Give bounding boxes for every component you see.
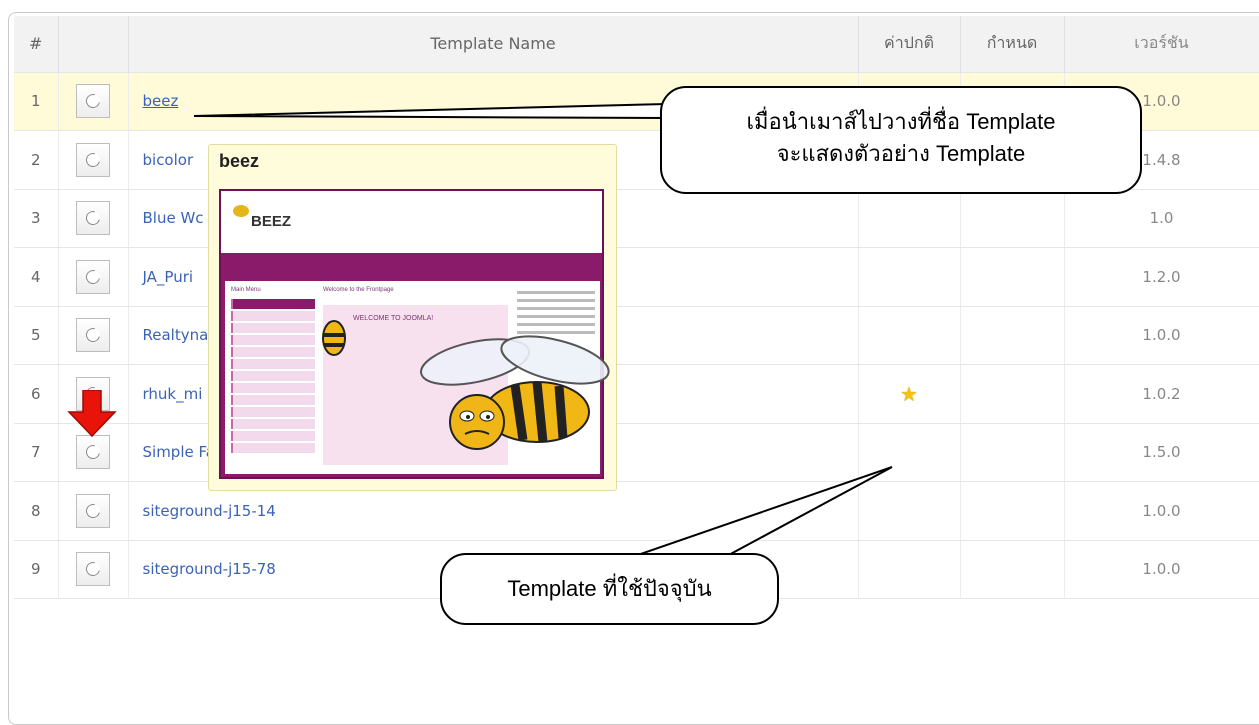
bee-logo-icon	[233, 205, 249, 217]
radio-icon	[83, 501, 103, 521]
template-name-link[interactable]: siteground-j15-78	[143, 560, 276, 578]
preview-sidebar	[231, 299, 315, 469]
radio-icon	[83, 150, 103, 170]
row-number: 8	[14, 481, 59, 541]
header-version[interactable]: เวอร์ชัน	[1064, 16, 1259, 73]
row-version: 1.0.0	[1064, 306, 1259, 365]
row-select-cell	[58, 247, 129, 307]
template-radio[interactable]	[76, 201, 110, 236]
row-default-cell	[858, 306, 961, 365]
table-row: 3 Blue Wc 1.0	[14, 189, 1259, 248]
table-row: 7 Simple Fast 1.5.0	[14, 423, 1259, 482]
template-name-link[interactable]: beez	[143, 92, 179, 110]
row-number: 6	[14, 364, 59, 424]
row-assigned-cell	[960, 247, 1065, 307]
preview-nav-bar	[221, 253, 602, 277]
radio-icon	[83, 325, 103, 345]
row-version: 1.0	[1064, 189, 1259, 248]
template-name-link[interactable]: Realtyna	[143, 326, 209, 344]
table-row: 5 Realtyna 1.0.0	[14, 306, 1259, 365]
row-select-cell	[58, 540, 129, 599]
preview-side-title: Main Menu	[231, 287, 261, 293]
row-default-cell	[858, 423, 961, 482]
preview-welcome: Welcome to the Frontpage	[323, 287, 394, 293]
table-row: 8 siteground-j15-14 1.0.0	[14, 481, 1259, 541]
row-version: 1.0.0	[1064, 540, 1259, 599]
callout-line-2: จะแสดงตัวอย่าง Template	[776, 141, 1026, 166]
row-select-cell	[58, 481, 129, 541]
row-number: 9	[14, 540, 59, 599]
preview-inner-heading: WELCOME TO JOOMLA!	[353, 315, 434, 322]
row-default-cell	[858, 540, 961, 599]
preview-logo: BEEZ	[251, 213, 292, 230]
callout-current-text: Template ที่ใช้ปัจจุบัน	[507, 576, 712, 601]
row-number: 1	[14, 72, 59, 131]
template-name-link[interactable]: bicolor	[143, 151, 194, 169]
template-radio[interactable]	[76, 259, 110, 294]
row-number: 4	[14, 247, 59, 307]
template-name-link[interactable]: JA_Puri	[143, 268, 194, 286]
template-radio[interactable]	[76, 142, 110, 177]
preview-title: beez	[219, 151, 260, 171]
row-version: 1.0.0	[1064, 481, 1259, 541]
row-default-cell	[858, 481, 961, 541]
row-default-cell	[858, 189, 961, 248]
radio-icon	[83, 442, 103, 462]
row-select-cell	[58, 306, 129, 365]
row-assigned-cell	[960, 364, 1065, 424]
red-down-arrow-icon	[67, 390, 117, 438]
template-radio[interactable]	[76, 435, 110, 470]
row-select-cell	[58, 72, 129, 131]
row-version: 1.2.0	[1064, 247, 1259, 307]
template-radio[interactable]	[76, 552, 110, 587]
hover-preview-callout: เมื่อนำเมาส์ไปวางที่ชื่อ Template จะแสดง…	[660, 86, 1142, 194]
template-name-link[interactable]: rhuk_mi	[143, 385, 203, 403]
row-assigned-cell	[960, 189, 1065, 248]
row-select-cell	[58, 130, 129, 190]
radio-icon	[83, 559, 103, 579]
row-assigned-cell	[960, 306, 1065, 365]
star-icon: ★	[900, 381, 918, 406]
row-select-cell	[58, 189, 129, 248]
current-template-callout: Template ที่ใช้ปัจจุบัน	[440, 553, 779, 625]
preview-header: BEEZ	[221, 191, 602, 253]
radio-icon	[83, 208, 103, 228]
header-assigned[interactable]: กำหนด	[960, 16, 1065, 73]
table-header-row: # Template Name ค่าปกติ กำหนด เวอร์ชัน	[14, 16, 1259, 73]
row-default-cell	[858, 247, 961, 307]
row-version: 1.0.2	[1064, 364, 1259, 424]
row-number: 7	[14, 423, 59, 482]
callout-line-1: เมื่อนำเมาส์ไปวางที่ชื่อ Template	[746, 109, 1056, 134]
radio-icon	[83, 267, 103, 287]
template-name-link[interactable]: siteground-j15-14	[143, 502, 276, 520]
header-num[interactable]: #	[14, 16, 59, 73]
row-number: 2	[14, 130, 59, 190]
header-select	[58, 16, 129, 73]
table-row: 4 JA_Puri 1.2.0	[14, 247, 1259, 307]
template-radio[interactable]	[76, 84, 110, 119]
template-name-link[interactable]: Blue Wc	[143, 209, 204, 227]
row-number: 5	[14, 306, 59, 365]
row-assigned-cell	[960, 540, 1065, 599]
row-version: 1.5.0	[1064, 423, 1259, 482]
bee-mascot-icon	[420, 335, 610, 450]
table-row: 6 rhuk_mi ★ 1.0.2	[14, 364, 1259, 424]
template-radio[interactable]	[76, 493, 110, 528]
row-assigned-cell	[960, 481, 1065, 541]
template-radio[interactable]	[76, 318, 110, 353]
header-template-name[interactable]: Template Name	[128, 16, 859, 73]
row-assigned-cell	[960, 423, 1065, 482]
row-number: 3	[14, 189, 59, 248]
header-default[interactable]: ค่าปกติ	[858, 16, 961, 73]
row-default-cell: ★	[858, 364, 961, 424]
small-bee-icon	[322, 320, 346, 356]
radio-icon	[83, 91, 103, 111]
